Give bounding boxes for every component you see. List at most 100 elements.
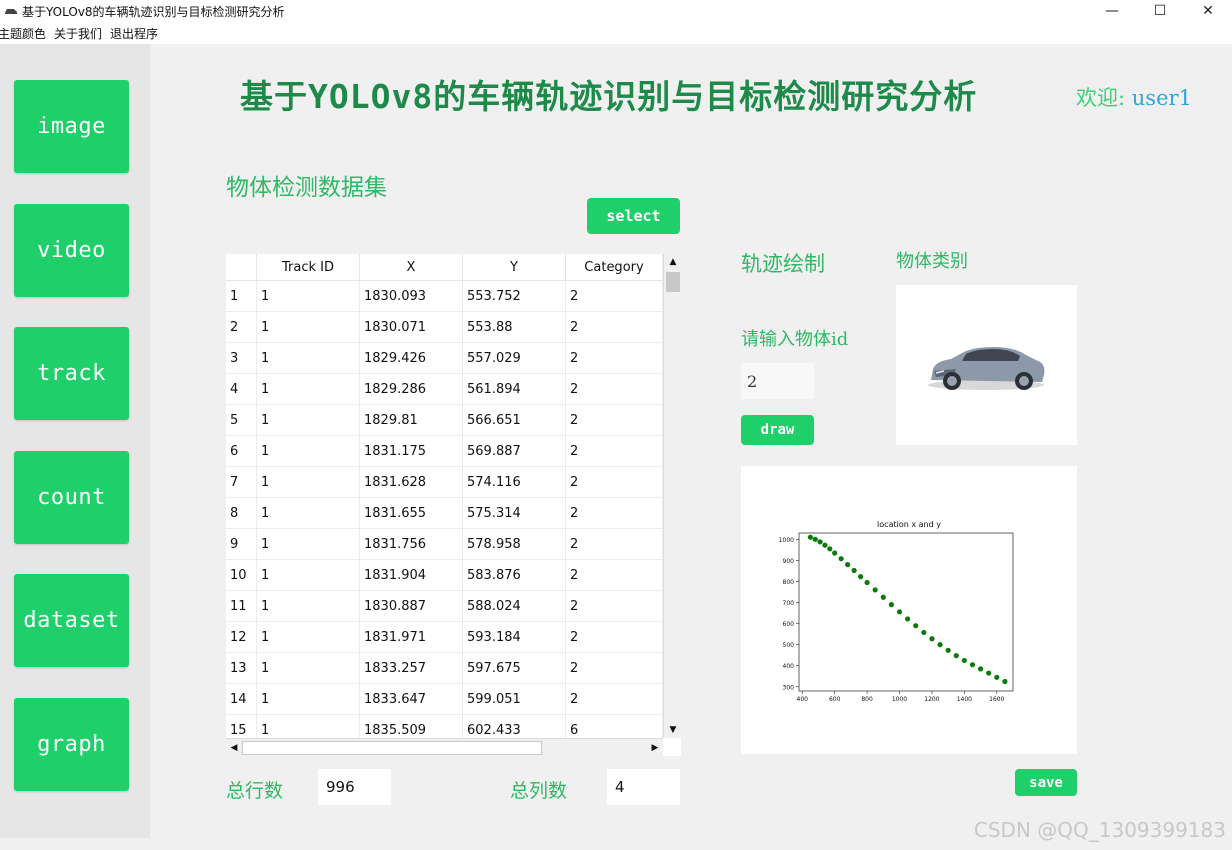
track-id-cell[interactable]: 1 (257, 405, 360, 435)
table-row[interactable]: 11 1 1830.887 588.024 2 (226, 591, 663, 622)
track-id-cell[interactable]: 1 (257, 281, 360, 311)
category-cell[interactable]: 2 (566, 405, 663, 435)
column-header-index[interactable] (226, 254, 257, 281)
track-id-cell[interactable]: 1 (257, 622, 360, 652)
table-row[interactable]: 6 1 1831.175 569.887 2 (226, 436, 663, 467)
x-cell[interactable]: 1829.81 (360, 405, 463, 435)
track-id-cell[interactable]: 1 (257, 529, 360, 559)
x-cell[interactable]: 1830.887 (360, 591, 463, 621)
table-row[interactable]: 5 1 1829.81 566.651 2 (226, 405, 663, 436)
horizontal-scroll-thumb[interactable] (242, 741, 542, 755)
row-index[interactable]: 7 (226, 467, 257, 497)
table-row[interactable]: 2 1 1830.071 553.88 2 (226, 312, 663, 343)
close-button[interactable]: ✕ (1184, 0, 1232, 22)
category-cell[interactable]: 2 (566, 529, 663, 559)
table-row[interactable]: 10 1 1831.904 583.876 2 (226, 560, 663, 591)
y-cell[interactable]: 575.314 (463, 498, 566, 528)
table-row[interactable]: 13 1 1833.257 597.675 2 (226, 653, 663, 684)
scroll-right-icon[interactable]: ▶ (647, 739, 663, 756)
y-cell[interactable]: 569.887 (463, 436, 566, 466)
row-index[interactable]: 2 (226, 312, 257, 342)
column-header-track-id[interactable]: Track ID (257, 254, 360, 281)
nav-count-button[interactable]: count (14, 451, 129, 544)
table-row[interactable]: 8 1 1831.655 575.314 2 (226, 498, 663, 529)
nav-image-button[interactable]: image (14, 80, 129, 173)
category-cell[interactable]: 2 (566, 467, 663, 497)
row-index[interactable]: 3 (226, 343, 257, 373)
track-id-cell[interactable]: 1 (257, 653, 360, 683)
x-cell[interactable]: 1831.756 (360, 529, 463, 559)
category-cell[interactable]: 2 (566, 591, 663, 621)
table-row[interactable]: 12 1 1831.971 593.184 2 (226, 622, 663, 653)
y-cell[interactable]: 588.024 (463, 591, 566, 621)
x-cell[interactable]: 1831.655 (360, 498, 463, 528)
x-cell[interactable]: 1831.971 (360, 622, 463, 652)
save-button[interactable]: save (1015, 769, 1077, 796)
y-cell[interactable]: 574.116 (463, 467, 566, 497)
minimize-button[interactable]: — (1088, 0, 1136, 22)
x-cell[interactable]: 1830.071 (360, 312, 463, 342)
table-row[interactable]: 14 1 1833.647 599.051 2 (226, 684, 663, 715)
nav-track-button[interactable]: track (14, 327, 129, 420)
object-id-input[interactable] (741, 363, 814, 399)
category-cell[interactable]: 2 (566, 312, 663, 342)
row-index[interactable]: 9 (226, 529, 257, 559)
select-button[interactable]: select (587, 198, 680, 234)
x-cell[interactable]: 1831.175 (360, 436, 463, 466)
x-cell[interactable]: 1829.426 (360, 343, 463, 373)
x-cell[interactable]: 1833.647 (360, 684, 463, 714)
row-index[interactable]: 4 (226, 374, 257, 404)
row-index[interactable]: 10 (226, 560, 257, 590)
y-cell[interactable]: 553.752 (463, 281, 566, 311)
track-id-cell[interactable]: 1 (257, 374, 360, 404)
y-cell[interactable]: 599.051 (463, 684, 566, 714)
track-id-cell[interactable]: 1 (257, 436, 360, 466)
scroll-up-icon[interactable]: ▲ (664, 254, 681, 270)
row-index[interactable]: 6 (226, 436, 257, 466)
track-id-cell[interactable]: 1 (257, 684, 360, 714)
x-cell[interactable]: 1829.286 (360, 374, 463, 404)
y-cell[interactable]: 578.958 (463, 529, 566, 559)
nav-video-button[interactable]: video (14, 204, 129, 297)
menu-exit[interactable]: 退出程序 (110, 25, 158, 42)
column-header-y[interactable]: Y (463, 254, 566, 281)
table-row[interactable]: 3 1 1829.426 557.029 2 (226, 343, 663, 374)
scroll-left-icon[interactable]: ◀ (226, 739, 242, 756)
menu-theme-color[interactable]: 主题颜色 (0, 25, 46, 42)
y-cell[interactable]: 593.184 (463, 622, 566, 652)
category-cell[interactable]: 2 (566, 560, 663, 590)
category-cell[interactable]: 2 (566, 653, 663, 683)
total-cols-field[interactable]: 4 (607, 769, 680, 805)
table-row[interactable]: 7 1 1831.628 574.116 2 (226, 467, 663, 498)
category-cell[interactable]: 2 (566, 281, 663, 311)
column-header-category[interactable]: Category (566, 254, 663, 281)
track-id-cell[interactable]: 1 (257, 467, 360, 497)
row-index[interactable]: 1 (226, 281, 257, 311)
scroll-down-icon[interactable]: ▼ (664, 722, 681, 738)
row-index[interactable]: 8 (226, 498, 257, 528)
track-id-cell[interactable]: 1 (257, 560, 360, 590)
x-cell[interactable]: 1833.257 (360, 653, 463, 683)
y-cell[interactable]: 597.675 (463, 653, 566, 683)
y-cell[interactable]: 583.876 (463, 560, 566, 590)
category-cell[interactable]: 2 (566, 622, 663, 652)
nav-graph-button[interactable]: graph (14, 698, 129, 791)
track-id-cell[interactable]: 1 (257, 591, 360, 621)
dataset-table[interactable]: Track ID X Y Category 1 1 1830.093 553.752 2… (226, 254, 681, 756)
vertical-scrollbar[interactable]: ▲ ▼ (663, 254, 681, 738)
row-index[interactable]: 11 (226, 591, 257, 621)
track-id-cell[interactable]: 1 (257, 312, 360, 342)
x-cell[interactable]: 1831.904 (360, 560, 463, 590)
y-cell[interactable]: 557.029 (463, 343, 566, 373)
y-cell[interactable]: 561.894 (463, 374, 566, 404)
row-index[interactable]: 12 (226, 622, 257, 652)
column-header-x[interactable]: X (360, 254, 463, 281)
draw-button[interactable]: draw (741, 415, 814, 445)
row-index[interactable]: 5 (226, 405, 257, 435)
category-cell[interactable]: 2 (566, 343, 663, 373)
menu-about-us[interactable]: 关于我们 (54, 25, 102, 42)
table-row[interactable]: 4 1 1829.286 561.894 2 (226, 374, 663, 405)
category-cell[interactable]: 2 (566, 374, 663, 404)
x-cell[interactable]: 1831.628 (360, 467, 463, 497)
track-id-cell[interactable]: 1 (257, 343, 360, 373)
